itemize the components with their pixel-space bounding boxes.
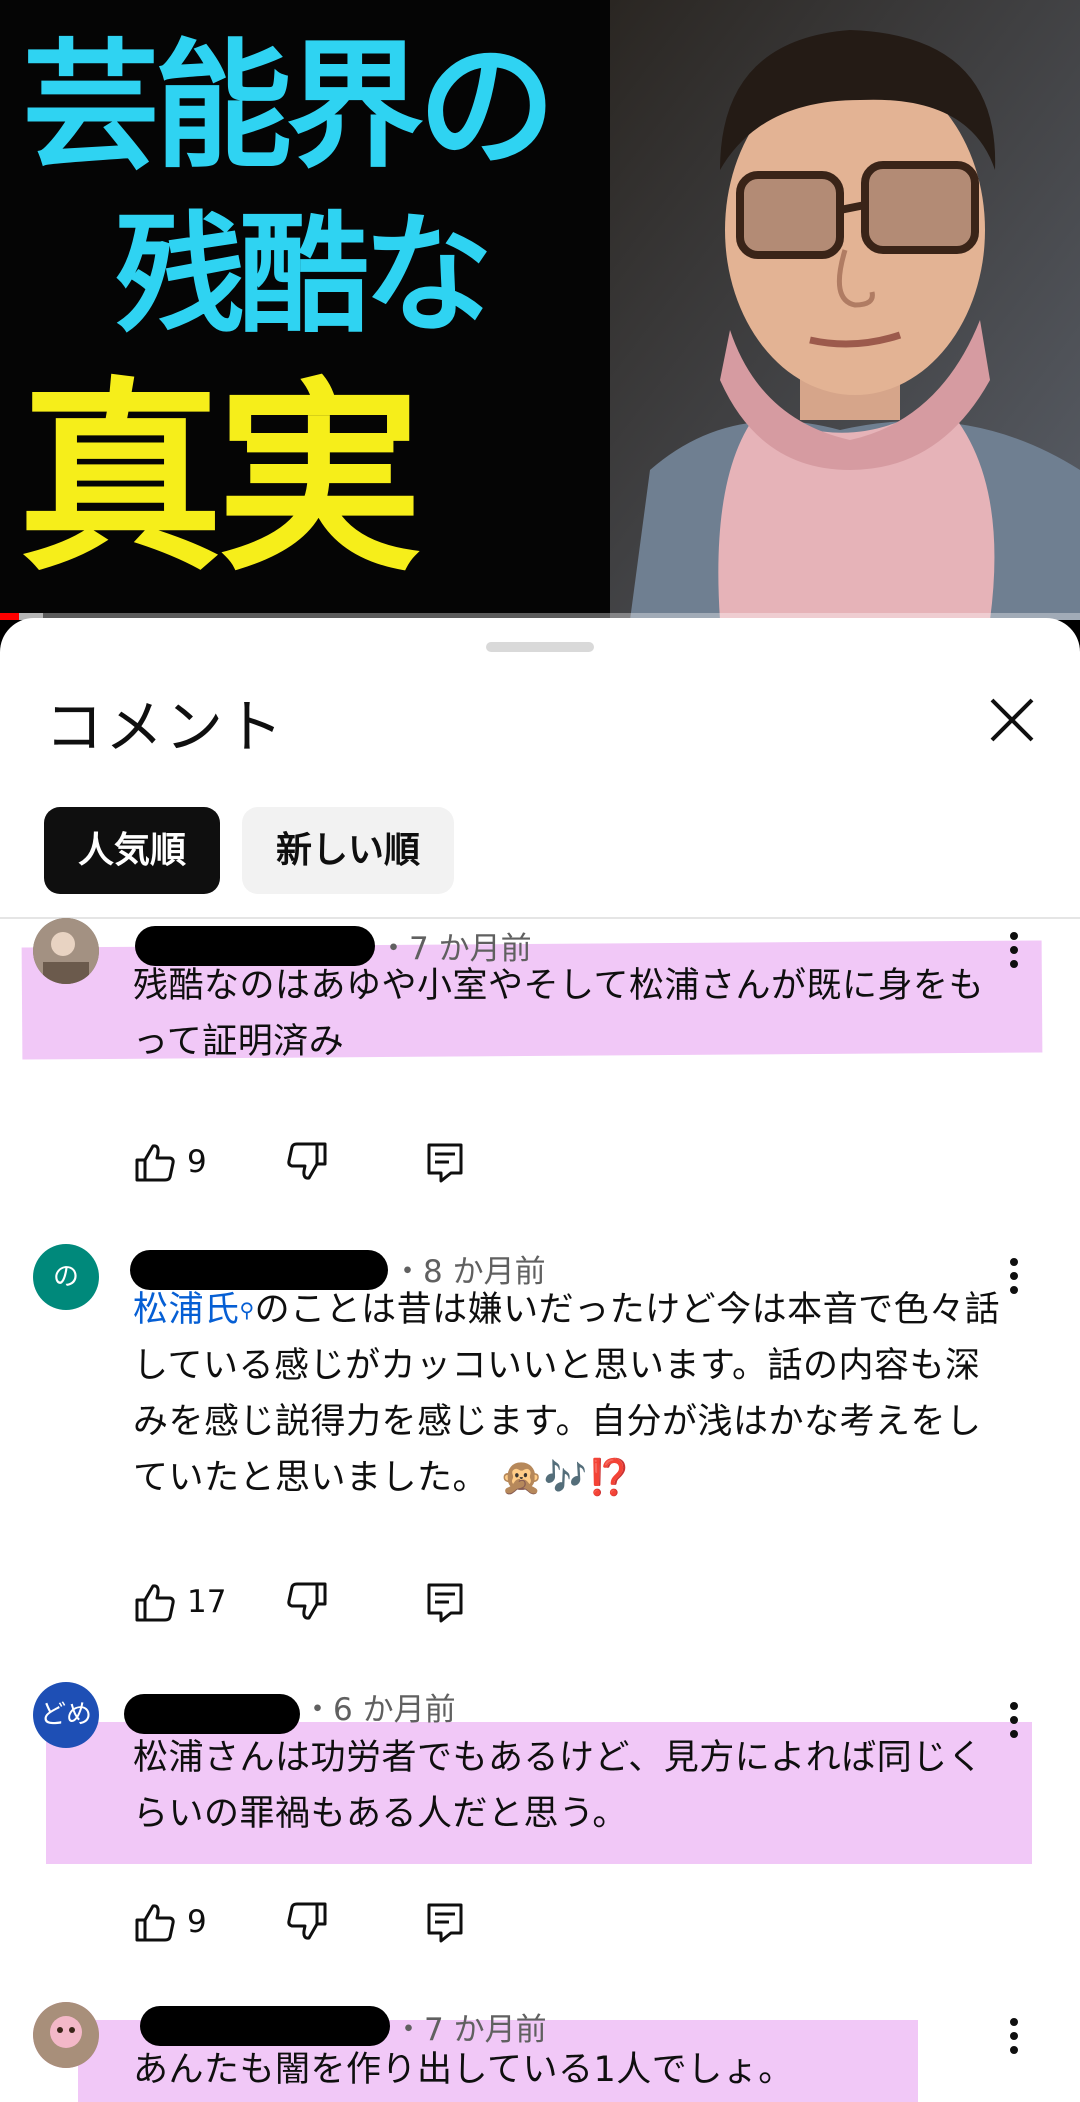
avatar[interactable]: どめ [33, 1682, 99, 1748]
comment-item: の ・8 か月前 松浦氏⚲のことは昔は嫌いだったけど今は本音で色々話している感じ… [0, 1244, 1080, 1684]
comment-item: ・7 か月前 あんたも闇を作り出している1人でしょ。 [0, 2002, 1080, 2102]
comments-title: コメント [45, 693, 286, 761]
like-icon[interactable] [133, 1580, 177, 1624]
avatar[interactable] [33, 918, 99, 984]
thumbnail-title-line-2: 残酷な [115, 199, 493, 351]
like-icon[interactable] [133, 1140, 177, 1184]
comment-text: 松浦さんは功労者でもあるけど、見方によれば同じくらいの罪禍もある人だと思う。 [133, 1738, 984, 1834]
comment-text: あんたも闇を作り出している1人でしょ。 [133, 2050, 794, 2090]
like-count: 9 [187, 1144, 207, 1180]
avatar[interactable]: の [33, 1244, 99, 1310]
comment-actions: 9 [133, 1900, 533, 1944]
comment-actions: 17 [133, 1580, 533, 1624]
progress-fill [0, 613, 20, 620]
like-icon[interactable] [133, 1900, 177, 1944]
person-photo [610, 0, 1080, 620]
comments-sheet: コメント 人気順 新しい順 ・7 か月前 残酷なのはあゆや小室やそして松浦さんが… [0, 618, 1080, 2102]
mention-link[interactable]: 松浦氏 [133, 1290, 240, 1330]
sort-chip-top[interactable]: 人気順 [44, 807, 221, 894]
like-count: 17 [187, 1584, 227, 1620]
comment-emojis: 🙊🎶⁉️ [499, 1458, 632, 1498]
sort-chip-newest[interactable]: 新しい順 [242, 807, 455, 894]
comment-actions: 9 [133, 1140, 533, 1184]
like-count: 9 [187, 1904, 207, 1940]
sort-chips: 人気順 新しい順 [44, 807, 455, 894]
comment-text: 残酷なのはあゆや小室やそして松浦さんが既に身をもって証明済み [133, 966, 984, 1062]
drag-handle[interactable] [486, 642, 594, 652]
thumbnail-title-line-3: 真実 [18, 361, 422, 599]
comment-item: ・7 か月前 残酷なのはあゆや小室やそして松浦さんが既に身をもって証明済み 9 [0, 918, 1080, 1258]
comment-time: ・6 か月前 [302, 1692, 456, 1728]
avatar[interactable] [33, 2002, 99, 2068]
video-player[interactable]: 芸能界の 残酷な 真実 [0, 0, 1080, 620]
close-icon[interactable] [986, 694, 1038, 746]
reply-icon[interactable] [423, 1140, 467, 1184]
dislike-icon[interactable] [285, 1140, 329, 1184]
more-vert-icon[interactable] [1000, 1256, 1028, 1296]
reply-icon[interactable] [423, 1580, 467, 1624]
search-icon: ⚲ [239, 1298, 255, 1322]
reply-icon[interactable] [423, 1900, 467, 1944]
thumbnail-title-line-1: 芸能界の [22, 26, 556, 187]
more-vert-icon[interactable] [1000, 2016, 1028, 2056]
more-vert-icon[interactable] [1000, 930, 1028, 970]
dislike-icon[interactable] [285, 1580, 329, 1624]
more-vert-icon[interactable] [1000, 1700, 1028, 1740]
redacted-username [124, 1694, 300, 1734]
dislike-icon[interactable] [285, 1900, 329, 1944]
comment-item: どめ ・6 か月前 松浦さんは功労者でもあるけど、見方によれば同じくらいの罪禍も… [0, 1682, 1080, 2002]
redacted-username [140, 2006, 390, 2046]
comment-text: 松浦氏⚲のことは昔は嫌いだったけど今は本音で色々話している感じがカッコいいと思い… [133, 1282, 1003, 1506]
